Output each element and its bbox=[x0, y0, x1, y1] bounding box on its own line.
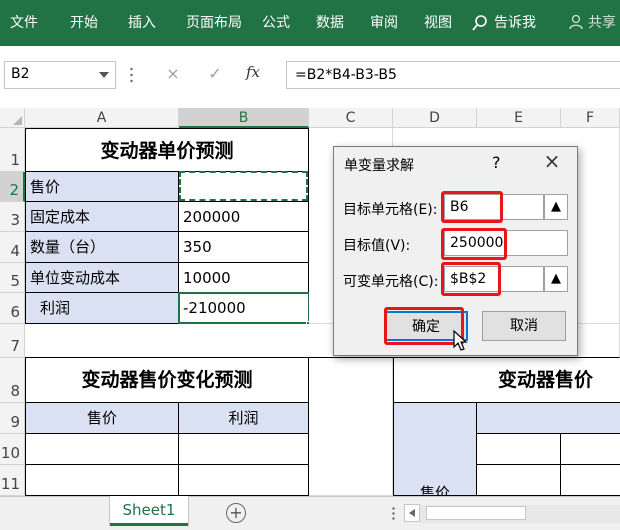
cell-b4[interactable]: 350 bbox=[179, 232, 309, 263]
row-number: 5 bbox=[10, 272, 20, 290]
tab-home[interactable]: 开始 bbox=[70, 0, 98, 46]
tab-page-layout[interactable]: 页面布局 bbox=[186, 0, 242, 46]
label-fixed-cost[interactable]: 固定成本 bbox=[25, 202, 179, 232]
highlight-box bbox=[441, 228, 507, 260]
close-icon[interactable]: × bbox=[540, 149, 564, 173]
share-button[interactable]: 共享 bbox=[588, 0, 616, 46]
row-header-6[interactable]: 6 bbox=[0, 293, 25, 324]
tab-data[interactable]: 数据 bbox=[316, 0, 344, 46]
row-header-8[interactable]: 8 bbox=[0, 358, 25, 403]
collapse-dialog-icon[interactable]: ▲ bbox=[544, 194, 568, 220]
row-header-3[interactable]: 3 bbox=[0, 202, 25, 232]
collapse-dialog-icon[interactable]: ▲ bbox=[544, 266, 568, 292]
column-header-c[interactable]: C bbox=[309, 108, 393, 128]
row-header-7[interactable]: 7 bbox=[0, 324, 25, 358]
formula-text: =B2*B4-B3-B5 bbox=[295, 67, 397, 83]
table2-title[interactable]: 变动器售价变化预测 bbox=[25, 358, 309, 403]
cell-a10[interactable] bbox=[25, 434, 179, 465]
select-all-corner[interactable] bbox=[0, 108, 25, 128]
add-sheet-icon[interactable]: + bbox=[226, 503, 246, 523]
table3-label-price[interactable]: 售价 bbox=[393, 403, 477, 496]
tab-formulas[interactable]: 公式 bbox=[262, 0, 290, 46]
sheet-tab-bar: Sheet1 + bbox=[0, 496, 620, 530]
table2-header-price[interactable]: 售价 bbox=[25, 403, 179, 434]
label-price[interactable]: 售价 bbox=[25, 172, 179, 202]
column-header-a[interactable]: A bbox=[25, 108, 179, 128]
cancel-icon[interactable]: × bbox=[164, 64, 182, 84]
tab-review[interactable]: 审阅 bbox=[370, 0, 398, 46]
name-box-value: B2 bbox=[11, 66, 30, 82]
help-icon[interactable]: ? bbox=[492, 153, 501, 172]
highlight-box bbox=[441, 191, 503, 223]
cell-a11[interactable] bbox=[25, 465, 179, 496]
cell-b3[interactable]: 200000 bbox=[179, 202, 309, 232]
insert-function-icon[interactable]: fx bbox=[246, 63, 260, 81]
row-number: 4 bbox=[10, 242, 20, 260]
tab-view[interactable]: 视图 bbox=[424, 0, 452, 46]
tab-file[interactable]: 文件 bbox=[10, 0, 38, 46]
drag-handle[interactable] bbox=[130, 66, 133, 84]
row-number: 9 bbox=[10, 413, 20, 431]
mouse-pointer-icon bbox=[453, 330, 468, 351]
column-header-b[interactable]: B bbox=[179, 108, 309, 128]
table3-header[interactable] bbox=[477, 403, 620, 434]
sheet-tab-sheet1[interactable]: Sheet1 bbox=[110, 496, 188, 526]
row-number: 2 bbox=[9, 181, 19, 199]
table3-title[interactable]: 变动器售价 bbox=[393, 358, 620, 403]
row-number: 11 bbox=[0, 475, 20, 493]
changing-cell-label: 可变单元格(C): bbox=[343, 274, 439, 290]
dialog-title: 单变量求解 bbox=[344, 158, 414, 174]
cell-b11[interactable] bbox=[179, 465, 309, 496]
target-cell-label: 目标单元格(E): bbox=[343, 202, 438, 218]
chevron-down-icon[interactable] bbox=[99, 72, 109, 78]
row-number: 1 bbox=[10, 151, 20, 169]
selection-border bbox=[178, 292, 310, 324]
row-header-1[interactable]: 1 bbox=[0, 128, 25, 172]
horizontal-scroll-thumb[interactable] bbox=[426, 506, 526, 520]
formula-input[interactable]: =B2*B4-B3-B5 bbox=[286, 61, 620, 89]
cell-e10[interactable] bbox=[477, 434, 561, 465]
label-unit-variable-cost[interactable]: 单位变动成本 bbox=[25, 263, 179, 293]
table1-title[interactable]: 变动器单价预测 bbox=[25, 128, 309, 172]
cell-b10[interactable] bbox=[179, 434, 309, 465]
row-number: 8 bbox=[10, 382, 20, 400]
row-header-10[interactable]: 10 bbox=[0, 434, 25, 465]
row-number: 6 bbox=[10, 303, 20, 321]
row-header-5[interactable]: 5 bbox=[0, 263, 25, 293]
cell-e11[interactable] bbox=[477, 465, 561, 496]
cell-c8-c11[interactable] bbox=[309, 358, 393, 496]
cell-f11[interactable] bbox=[561, 465, 620, 496]
tab-splitter-handle[interactable] bbox=[392, 506, 395, 522]
ribbon: 文件 开始 插入 页面布局 公式 数据 审阅 视图 告诉我 共享 bbox=[0, 0, 620, 46]
row-number: 7 bbox=[10, 337, 20, 355]
column-header-d[interactable]: D bbox=[393, 108, 477, 128]
table2-header-profit[interactable]: 利润 bbox=[179, 403, 309, 434]
target-value-label: 目标值(V): bbox=[343, 238, 411, 254]
scroll-left-arrow-icon[interactable] bbox=[404, 504, 420, 522]
row-header-11[interactable]: 11 bbox=[0, 465, 25, 496]
cancel-button[interactable]: 取消 bbox=[482, 311, 566, 341]
cell-b5[interactable]: 10000 bbox=[179, 263, 309, 293]
tab-insert[interactable]: 插入 bbox=[128, 0, 156, 46]
share-person-icon[interactable] bbox=[568, 14, 584, 30]
copy-marquee bbox=[179, 171, 308, 201]
row-number: 3 bbox=[10, 211, 20, 229]
lightbulb-search-icon[interactable] bbox=[472, 15, 488, 31]
name-box[interactable]: B2 bbox=[4, 61, 116, 89]
formula-bar: B2 × ✓ fx =B2*B4-B3-B5 bbox=[0, 46, 620, 108]
label-quantity[interactable]: 数量（台） bbox=[25, 232, 179, 263]
row-header-4[interactable]: 4 bbox=[0, 232, 25, 263]
cell-f10[interactable] bbox=[561, 434, 620, 465]
row-number: 10 bbox=[0, 444, 20, 462]
row-header-2[interactable]: 2 bbox=[0, 172, 25, 202]
tell-me-search[interactable]: 告诉我 bbox=[494, 0, 536, 46]
highlight-box bbox=[441, 262, 501, 296]
column-header-e[interactable]: E bbox=[477, 108, 561, 128]
column-header-f[interactable]: F bbox=[561, 108, 620, 128]
row-header-9[interactable]: 9 bbox=[0, 403, 25, 434]
check-icon[interactable]: ✓ bbox=[206, 64, 224, 84]
label-profit[interactable]: 利润 bbox=[25, 293, 179, 324]
